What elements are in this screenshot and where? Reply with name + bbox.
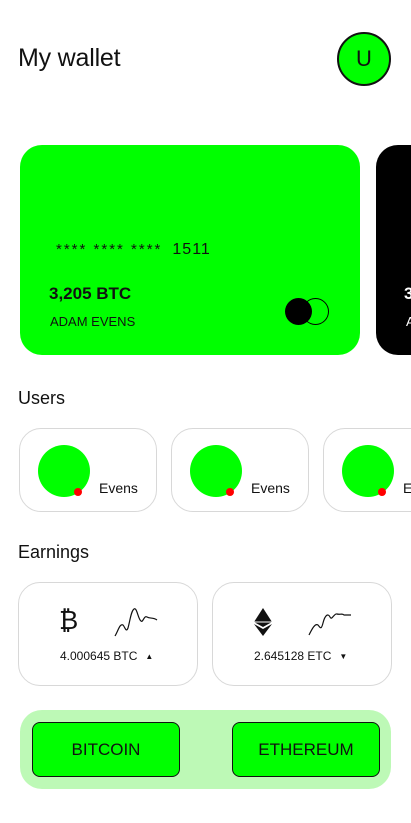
status-dot: [74, 488, 82, 496]
avatar[interactable]: U: [337, 32, 391, 86]
sparkline-icon: [114, 608, 158, 637]
earning-card-btc[interactable]: ₿ 4.000645 BTC ▲: [18, 582, 198, 686]
page-title: My wallet: [18, 44, 121, 72]
earning-value: 4.000645 BTC ▲: [60, 649, 153, 663]
wallet-card[interactable]: **** **** **** 1511 3,205 BTC ADAM EVENS: [20, 145, 360, 355]
bitcoin-button[interactable]: BITCOIN: [32, 722, 180, 777]
status-dot: [226, 488, 234, 496]
card-number-last4: 1511: [172, 241, 211, 258]
earning-value: 2.645128 ETC ▼: [254, 649, 347, 663]
user-card[interactable]: Evens: [19, 428, 157, 512]
card-number-mask: **** **** ****: [56, 241, 163, 258]
users-heading: Users: [18, 388, 66, 408]
earnings-heading: Earnings: [18, 542, 90, 562]
earning-amount: 4.000645 BTC: [60, 649, 138, 663]
user-name: Ev: [403, 480, 411, 496]
user-card[interactable]: Evens: [171, 428, 309, 512]
user-name: Evens: [99, 480, 138, 496]
user-avatar: [190, 445, 242, 497]
trend-down-icon: ▼: [339, 652, 348, 662]
users-list[interactable]: Evens Evens Ev: [0, 428, 411, 514]
card-network-logo: [285, 298, 331, 326]
card-holder: A: [406, 314, 411, 329]
card-holder: ADAM EVENS: [50, 314, 136, 329]
header: My wallet U: [18, 32, 393, 88]
card-number: **** **** **** 1511: [56, 241, 211, 259]
wallet-card[interactable]: 3 A: [376, 145, 411, 355]
ethereum-icon: [254, 608, 272, 636]
earning-amount: 2.645128 ETC: [254, 649, 332, 663]
earning-card-eth[interactable]: 2.645128 ETC ▼: [212, 582, 392, 686]
trend-up-icon: ▲: [145, 652, 154, 662]
card-balance: 3,205 BTC: [49, 284, 132, 303]
status-dot: [378, 488, 386, 496]
avatar-initial: U: [356, 46, 372, 71]
card-balance: 3: [404, 284, 411, 303]
sparkline-icon: [308, 613, 351, 636]
currency-switcher: BITCOIN ETHEREUM: [20, 710, 391, 789]
ethereum-button[interactable]: ETHEREUM: [232, 722, 380, 777]
card-carousel[interactable]: **** **** **** 1511 3,205 BTC ADAM EVENS …: [0, 145, 411, 357]
bitcoin-icon: ₿: [59, 605, 79, 635]
user-avatar: [38, 445, 90, 497]
user-name: Evens: [251, 480, 290, 496]
user-avatar: [342, 445, 394, 497]
user-card[interactable]: Ev: [323, 428, 411, 512]
